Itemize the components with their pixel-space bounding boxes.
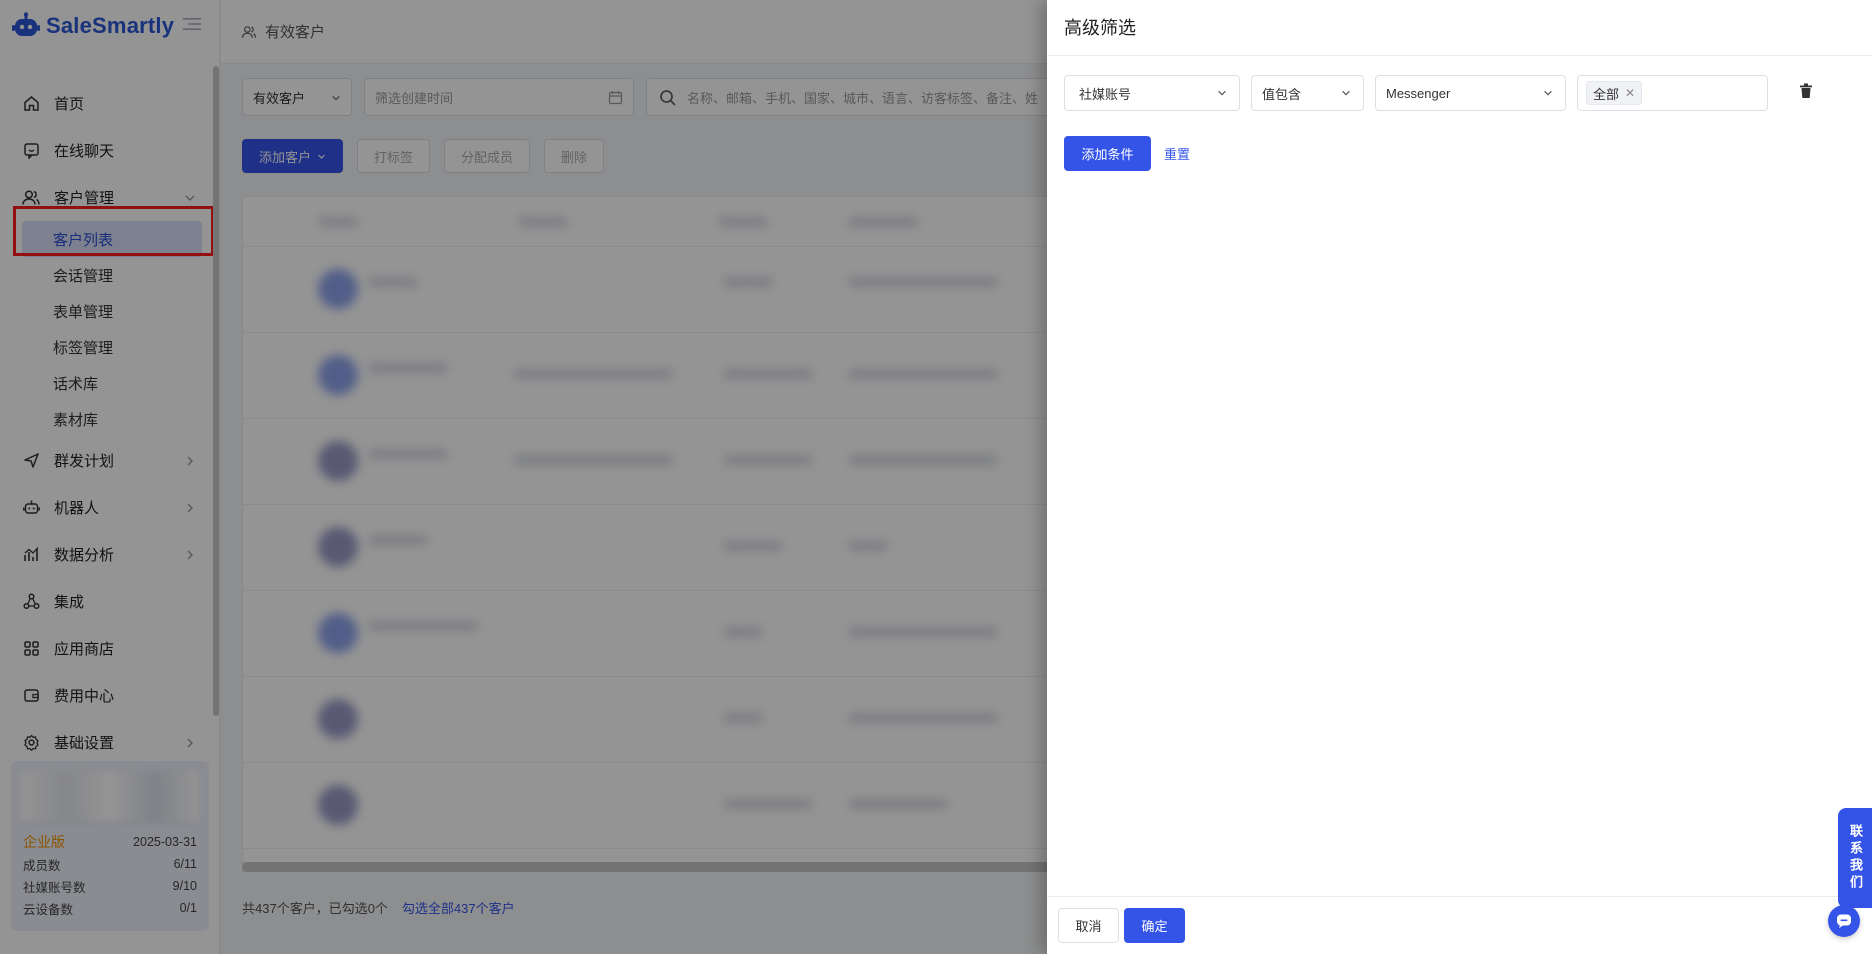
divider <box>1047 55 1872 56</box>
confirm-button[interactable]: 确定 <box>1124 908 1185 943</box>
cancel-button[interactable]: 取消 <box>1058 908 1119 943</box>
drawer-title: 高级筛选 <box>1064 18 1136 38</box>
reset-link[interactable]: 重置 <box>1164 144 1190 163</box>
chevron-down-icon <box>1342 90 1350 96</box>
account-multi-select[interactable]: 全部 ✕ <box>1577 75 1768 111</box>
selected-tag: 全部 ✕ <box>1586 81 1643 105</box>
chevron-down-icon <box>1218 90 1226 96</box>
divider <box>1047 896 1872 897</box>
add-condition-button[interactable]: 添加条件 <box>1064 136 1151 171</box>
channel-select[interactable]: Messenger <box>1375 75 1566 111</box>
chat-widget-button[interactable] <box>1828 905 1860 937</box>
advanced-filter-drawer: 高级筛选 社媒账号 值包含 Messenger 全部 ✕ 添加条件 重置 取消 <box>1047 0 1872 954</box>
close-icon[interactable]: ✕ <box>1625 86 1635 100</box>
contact-us-label: 联系我们 <box>1848 824 1863 892</box>
chevron-down-icon <box>1544 90 1552 96</box>
chat-bubble-icon <box>1837 914 1851 928</box>
operator-select[interactable]: 值包含 <box>1251 75 1364 111</box>
trash-icon[interactable] <box>1799 83 1813 99</box>
contact-us-tab[interactable]: 联系我们 <box>1838 808 1872 908</box>
field-select[interactable]: 社媒账号 <box>1064 75 1240 111</box>
modal-overlay[interactable] <box>0 0 1047 954</box>
